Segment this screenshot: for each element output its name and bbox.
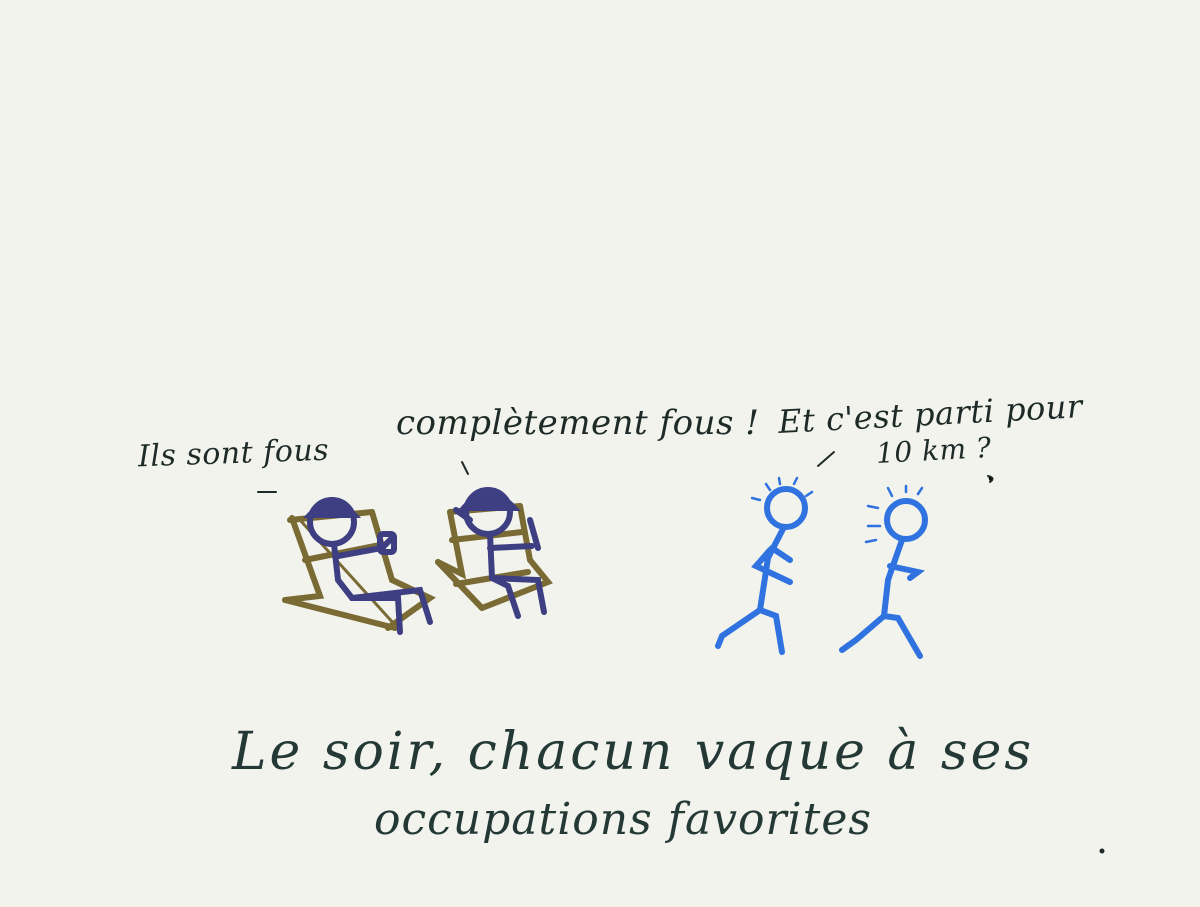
speech-ils-sont-fous: Ils sont fous — [137, 432, 330, 475]
caption-line2: occupations favorites — [374, 794, 872, 845]
runner-left — [715, 476, 814, 655]
ink-dot — [1099, 848, 1105, 854]
speech-completement-fous: complètement fous ! — [396, 403, 760, 443]
speech-runners-line2: 10 km ? — [875, 431, 993, 470]
deck-chair-left — [282, 509, 436, 631]
caption-line1: Le soir, chacun vaque à ses — [232, 722, 1035, 782]
runner-right — [839, 484, 928, 659]
